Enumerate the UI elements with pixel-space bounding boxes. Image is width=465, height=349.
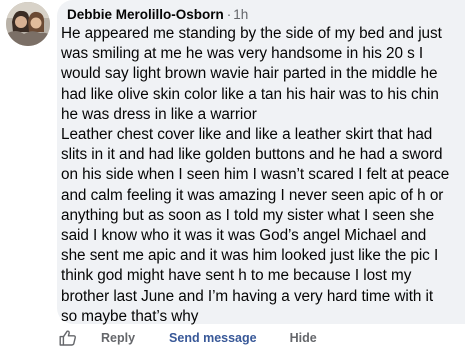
avatar[interactable] bbox=[6, 2, 50, 46]
avatar-photo bbox=[6, 2, 50, 46]
comment-text: He appeared me standing by the side of m… bbox=[61, 25, 450, 325]
send-message-link[interactable]: Send message bbox=[169, 331, 257, 345]
timestamp[interactable]: 1h bbox=[233, 7, 248, 22]
separator-dot: · bbox=[226, 7, 232, 22]
comment-header: Debbie Merolillo-Osborn · 1h bbox=[67, 6, 248, 24]
comment-bubble: Debbie Merolillo-Osborn · 1h He appeared m… bbox=[57, 0, 465, 325]
hide-link[interactable]: Hide bbox=[290, 331, 317, 345]
comment: Debbie Merolillo-Osborn · 1h He appeared m… bbox=[0, 0, 465, 349]
reply-link[interactable]: Reply bbox=[101, 331, 135, 345]
comment-actions: Reply Send message Hide bbox=[59, 330, 317, 346]
author-name[interactable]: Debbie Merolillo-Osborn bbox=[67, 7, 224, 22]
thumbs-up-icon[interactable] bbox=[59, 330, 77, 346]
